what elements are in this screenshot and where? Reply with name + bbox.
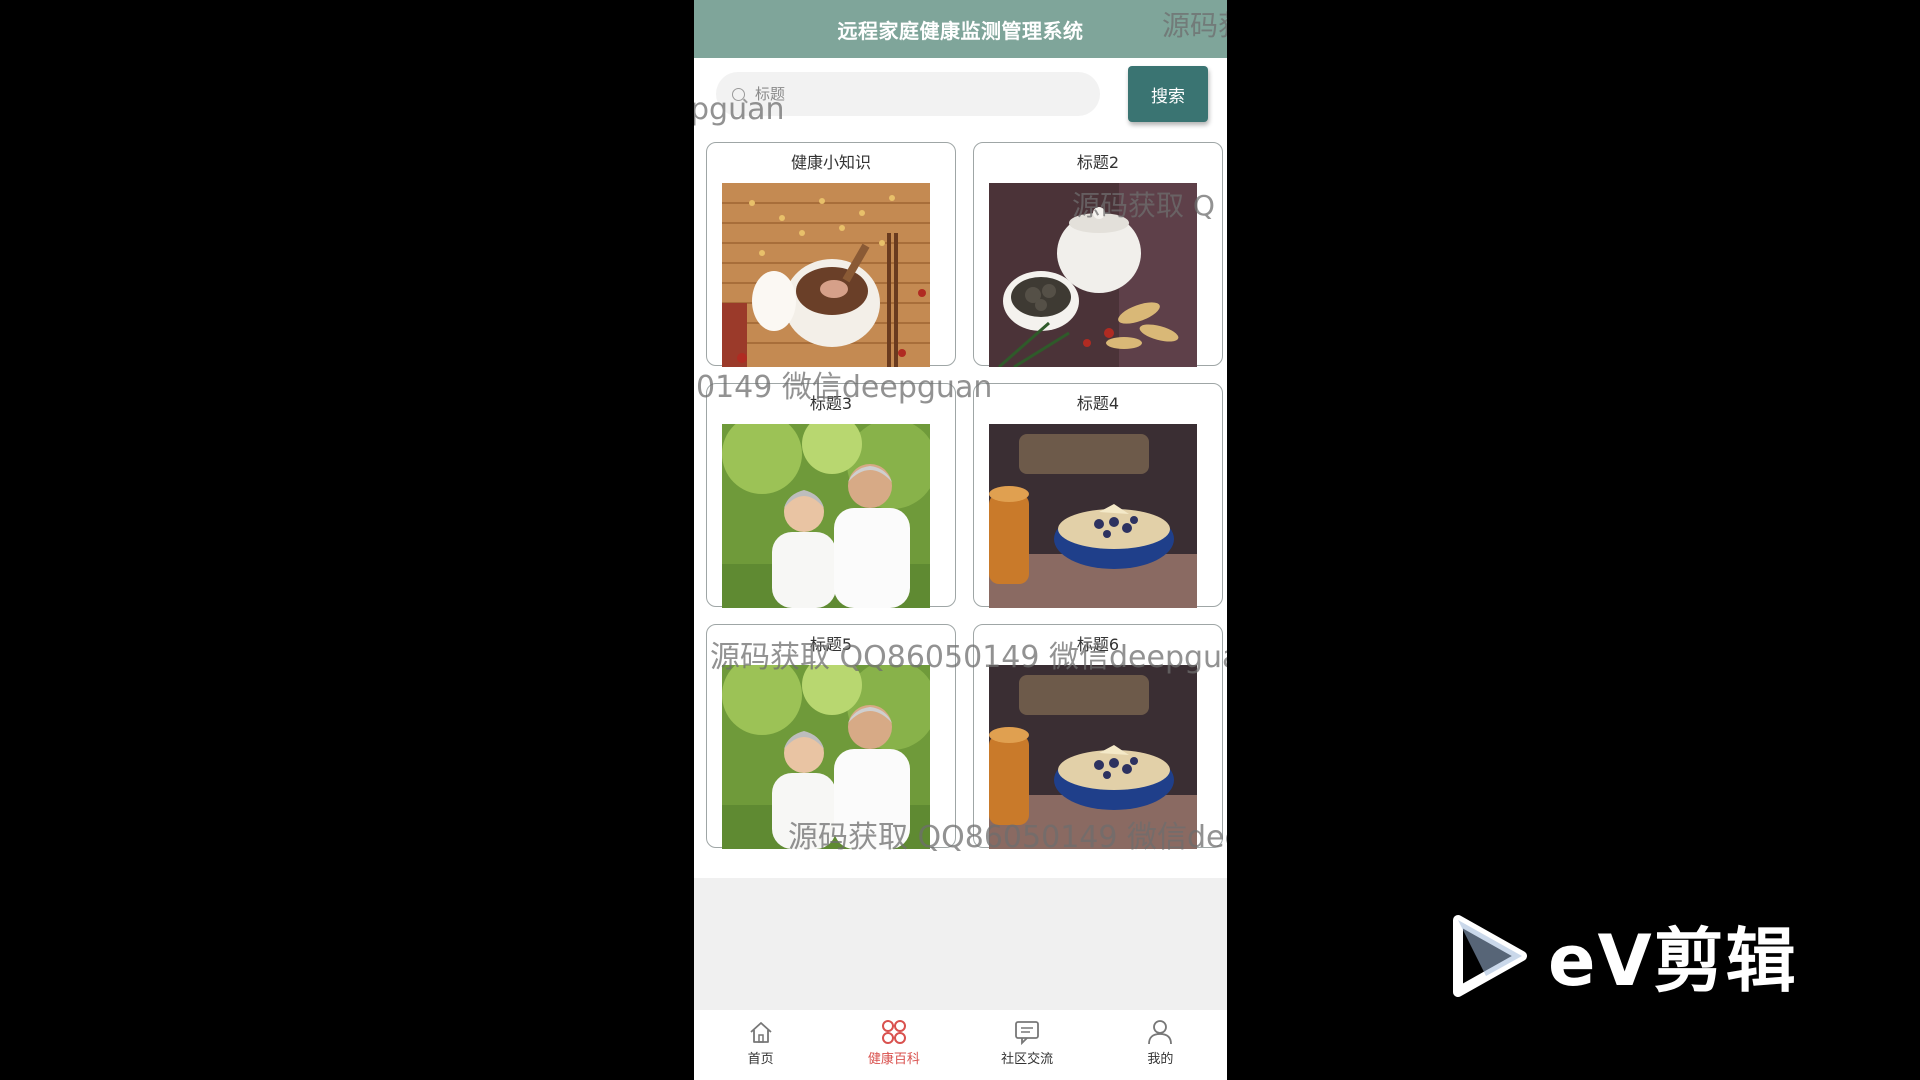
herbal-soup-pot-image: [722, 183, 930, 367]
tab-home[interactable]: 首页: [694, 1010, 827, 1080]
card-image[interactable]: [989, 424, 1197, 608]
article-card[interactable]: 标题6: [973, 624, 1223, 849]
card-image[interactable]: [989, 665, 1197, 849]
tab-label: 健康百科: [867, 1052, 920, 1067]
bottom-tab-bar: 首页 健康百科 社区交流 我的: [694, 1010, 1227, 1080]
card-image[interactable]: [989, 183, 1197, 367]
tab-label: 首页: [747, 1052, 774, 1067]
play-icon: [1453, 914, 1527, 997]
logo-text: eV剪辑: [1548, 920, 1798, 1002]
home-icon: [750, 1022, 772, 1043]
oatmeal-bowl-image: [989, 665, 1197, 849]
card-title: 标题2: [1076, 153, 1120, 172]
card-title: 健康小知识: [790, 153, 871, 172]
search-box[interactable]: [716, 72, 1100, 116]
article-card[interactable]: 健康小知识: [706, 142, 956, 367]
card-title: 标题4: [1076, 394, 1120, 413]
dried-herbs-bowl-image: [989, 183, 1197, 367]
app-header: 远程家庭健康监测管理系统: [694, 0, 1227, 58]
article-card[interactable]: 标题2: [973, 142, 1223, 367]
tab-health-wiki[interactable]: 健康百科: [827, 1010, 960, 1080]
search-row: 搜索: [694, 58, 1227, 142]
card-title: 标题5: [809, 635, 853, 654]
ev-editor-logo: eV剪辑: [1450, 905, 1798, 1006]
search-input[interactable]: [753, 84, 1057, 104]
search-button[interactable]: 搜索: [1128, 66, 1208, 122]
elderly-couple-image: [722, 665, 930, 849]
main-content: 搜索 健康小知识: [694, 58, 1227, 878]
article-card[interactable]: 标题3: [706, 383, 956, 608]
grid-icon: [881, 1020, 906, 1044]
chat-icon: [1015, 1021, 1040, 1046]
tab-community[interactable]: 社区交流: [961, 1010, 1094, 1080]
search-icon: [732, 87, 745, 101]
oatmeal-bowl-image: [989, 424, 1197, 608]
card-title: 标题6: [1076, 635, 1120, 654]
app-title: 远程家庭健康监测管理系统: [837, 18, 1084, 43]
article-card[interactable]: 标题5: [706, 624, 956, 849]
article-card[interactable]: 标题4: [973, 383, 1223, 608]
phone-screen: 远程家庭健康监测管理系统 搜索 健康小知识: [694, 0, 1227, 1080]
card-image[interactable]: [722, 424, 930, 608]
user-icon: [1148, 1020, 1173, 1045]
elderly-couple-image: [722, 424, 930, 608]
tab-mine[interactable]: 我的: [1094, 1010, 1227, 1080]
tab-label: 社区交流: [1001, 1052, 1054, 1067]
card-image[interactable]: [722, 665, 930, 849]
card-title: 标题3: [809, 394, 853, 413]
card-image[interactable]: [722, 183, 930, 367]
tab-label: 我的: [1147, 1052, 1174, 1067]
